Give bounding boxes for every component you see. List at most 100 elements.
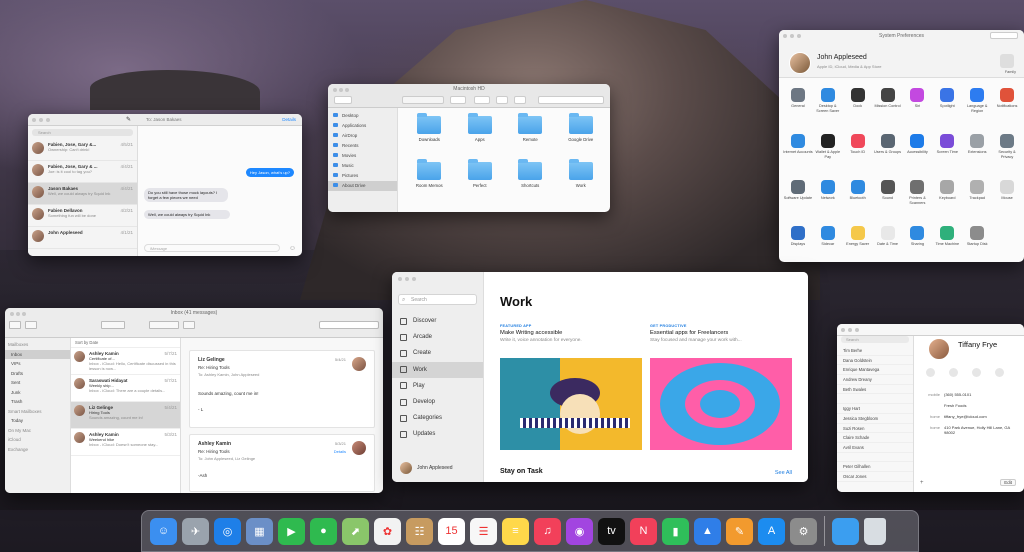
contact-list-item[interactable]: Andrew Dreany bbox=[837, 375, 913, 385]
dock-app-music[interactable]: ♫ bbox=[534, 517, 561, 545]
preference-pane[interactable]: Internet Accounts bbox=[783, 128, 813, 174]
close-icon[interactable] bbox=[32, 117, 36, 122]
messages-window[interactable]: ✎ To: Jason Bakaes Details Search Fabien… bbox=[28, 114, 302, 256]
folder-item[interactable]: Room Memos bbox=[404, 158, 455, 204]
finder-sidebar-item[interactable]: Recents bbox=[328, 141, 397, 151]
mailbox-item[interactable]: On My Mac bbox=[5, 426, 70, 436]
edit-button[interactable]: Edit bbox=[1000, 479, 1016, 486]
mailbox-item[interactable]: Mailboxes bbox=[5, 340, 70, 350]
app-store-search-input[interactable]: ⌕ Search bbox=[398, 294, 477, 305]
messages-search-input[interactable]: Search bbox=[32, 129, 133, 136]
reply-icon[interactable] bbox=[149, 321, 179, 329]
dock-app-news[interactable]: N bbox=[630, 517, 657, 545]
family-sharing-button[interactable] bbox=[1000, 54, 1014, 68]
preference-pane[interactable]: Sound bbox=[873, 174, 903, 220]
minimize-icon[interactable] bbox=[848, 327, 852, 332]
dock-app-finder[interactable]: ☺ bbox=[150, 517, 177, 545]
add-button[interactable]: + bbox=[920, 480, 924, 486]
preference-pane[interactable]: Printers & Scanners bbox=[903, 174, 933, 220]
featured-card[interactable]: GET PRODUCTIVE Essential apps for Freela… bbox=[650, 324, 792, 450]
mailbox-item[interactable]: Smart Mailboxes bbox=[5, 407, 70, 417]
dock-app-facetime[interactable]: ▶ bbox=[278, 517, 305, 545]
dock-app-reminders[interactable]: ☰ bbox=[470, 517, 497, 545]
mail-window[interactable]: Inbox (41 messages) Mailboxes Inbox VIPs Dr… bbox=[5, 308, 383, 493]
dock-app-maps[interactable]: ⬈ bbox=[342, 517, 369, 545]
folder-item[interactable]: Downloads bbox=[404, 112, 455, 158]
mailbox-item[interactable]: VIPs bbox=[5, 359, 70, 369]
preference-pane[interactable]: Software Update bbox=[783, 174, 813, 220]
details-link[interactable]: Details bbox=[282, 117, 296, 122]
preference-pane[interactable]: Screen Time bbox=[932, 128, 962, 174]
messages-titlebar[interactable]: ✎ To: Jason Bakaes Details bbox=[28, 114, 302, 126]
preference-pane[interactable]: Security & Privacy bbox=[992, 128, 1022, 174]
share-button[interactable] bbox=[496, 96, 508, 104]
nav-item-work[interactable]: Work bbox=[392, 361, 483, 378]
flag-icon[interactable] bbox=[183, 321, 195, 329]
zoom-icon[interactable] bbox=[855, 327, 859, 332]
dock-app-safari[interactable]: ◎ bbox=[214, 517, 241, 545]
dock-app-app-store[interactable]: A bbox=[758, 517, 785, 545]
folder-item[interactable]: Work bbox=[556, 158, 607, 204]
dock-app-messages[interactable]: ● bbox=[310, 517, 337, 545]
preference-pane[interactable]: Bluetooth bbox=[843, 174, 873, 220]
trash-icon[interactable] bbox=[864, 517, 886, 545]
contact-list-item[interactable]: Oscar Jones bbox=[837, 472, 913, 482]
preference-pane[interactable]: Notifications bbox=[992, 82, 1022, 128]
zoom-icon[interactable] bbox=[46, 117, 50, 122]
conversation-item[interactable]: Fabien Dellavon 4/2/21 Something fun will … bbox=[28, 205, 137, 227]
dock-app-numbers[interactable]: ▮ bbox=[662, 517, 689, 545]
preference-pane[interactable]: Language & Region bbox=[962, 82, 992, 128]
contact-list-item[interactable]: Peter Gilhallen bbox=[837, 462, 913, 472]
nav-item-arcade[interactable]: Arcade bbox=[392, 329, 483, 345]
preference-pane[interactable]: Keyboard bbox=[932, 174, 962, 220]
finder-sidebar-item[interactable]: Desktop bbox=[328, 111, 397, 121]
nav-item-develop[interactable]: Develop bbox=[392, 394, 483, 410]
preference-pane[interactable]: Users & Groups bbox=[873, 128, 903, 174]
contact-list-item[interactable]: Tim Berhe bbox=[837, 346, 913, 356]
finder-toolbar[interactable]: Macintosh HD bbox=[328, 84, 610, 108]
finder-sidebar-item[interactable]: AirDrop bbox=[328, 131, 397, 141]
preference-pane[interactable]: Touch ID bbox=[843, 128, 873, 174]
message-list-item[interactable]: Ashley Kamin 5/7/21 Certificate of... Inbox… bbox=[71, 348, 180, 375]
preference-pane[interactable]: Sidecar bbox=[813, 220, 843, 262]
contact-list-item[interactable] bbox=[837, 394, 913, 405]
field-value[interactable]: (360) 555-0101 bbox=[944, 392, 1020, 403]
preference-pane[interactable]: Mouse bbox=[992, 174, 1022, 220]
dock-app-contacts[interactable]: ☷ bbox=[406, 517, 433, 545]
mail-search-input[interactable] bbox=[319, 321, 379, 329]
compose-icon[interactable]: ✎ bbox=[126, 116, 131, 123]
preference-pane[interactable]: Spotlight bbox=[932, 82, 962, 128]
field-value[interactable]: tiffany_frye@icloud.com bbox=[944, 414, 1020, 425]
dock-app-photos[interactable]: ✿ bbox=[374, 517, 401, 545]
view-mode-segment[interactable] bbox=[402, 96, 444, 104]
message-list-item[interactable]: Saraswati Hidayat 5/7/21 Weekly ship... Inb… bbox=[71, 375, 180, 402]
preference-pane[interactable]: Sharing bbox=[903, 220, 933, 262]
folder-item[interactable]: Apps bbox=[455, 112, 506, 158]
mail-toolbar[interactable]: Inbox (41 messages) bbox=[5, 308, 383, 338]
conversation-item[interactable]: Jason Bakaes 4/4/21 Well, we could always … bbox=[28, 183, 137, 205]
emoji-icon[interactable]: ☺ bbox=[289, 245, 296, 252]
mailbox-item[interactable]: Trash bbox=[5, 397, 70, 407]
dock-app-podcasts[interactable]: ◉ bbox=[566, 517, 593, 545]
close-icon[interactable] bbox=[398, 277, 402, 281]
preference-pane[interactable]: Desktop & Screen Saver bbox=[813, 82, 843, 128]
featured-card[interactable]: FEATURED APP Make Writing accessible Wri… bbox=[500, 324, 642, 450]
contact-list-item[interactable]: Jessica Stegbloom bbox=[837, 414, 913, 424]
archive-icon[interactable] bbox=[101, 321, 125, 329]
contacts-window[interactable]: Search Tim Berhe Dana Goldstein Enrique Ma… bbox=[837, 324, 1024, 492]
dock-app-preview[interactable]: ▦ bbox=[246, 517, 273, 545]
account-button[interactable]: John Appleseed bbox=[400, 462, 453, 474]
preference-pane[interactable]: Trackpad bbox=[962, 174, 992, 220]
mailbox-item[interactable]: Today bbox=[5, 416, 70, 426]
preference-pane[interactable]: Displays bbox=[783, 220, 813, 262]
dock-app-tv[interactable]: tv bbox=[598, 517, 625, 545]
field-value[interactable]: 410 Park Avenue, Holly Hill Lane, GA 980… bbox=[944, 425, 1020, 436]
zoom-icon[interactable] bbox=[412, 277, 416, 281]
conversation-item[interactable]: Fabien, Jose, Gary & ... 4/4/21 Joe: is it… bbox=[28, 161, 137, 183]
preference-pane[interactable]: Siri bbox=[903, 82, 933, 128]
dock-app-pages[interactable]: ✎ bbox=[726, 517, 753, 545]
conversation-item[interactable]: Fabien, Jose, Gary &... 4/5/21 Ownership: … bbox=[28, 139, 137, 161]
dock-app-notes[interactable]: ≡ bbox=[502, 517, 529, 545]
preference-pane[interactable]: Network bbox=[813, 174, 843, 220]
compose-icon[interactable] bbox=[25, 321, 37, 329]
